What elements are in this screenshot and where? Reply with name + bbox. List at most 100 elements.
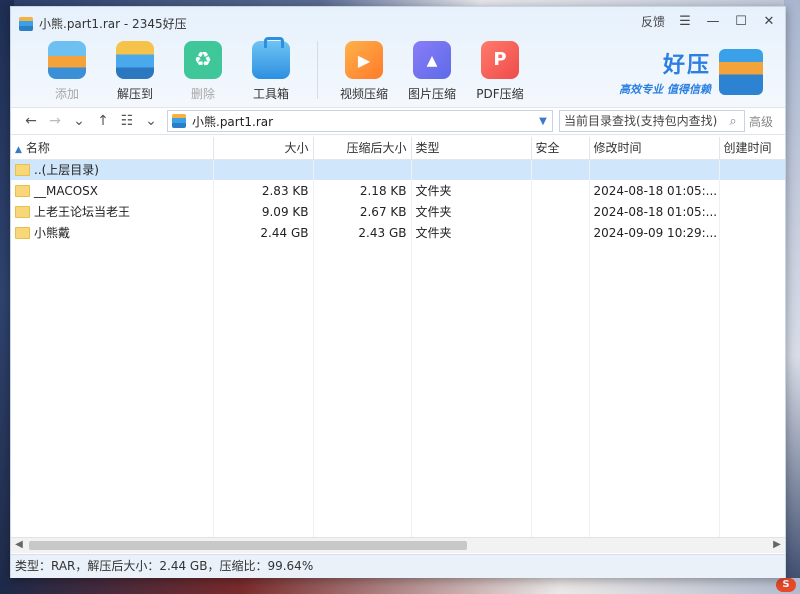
add-button[interactable]: 添加 <box>33 41 101 102</box>
desktop-background-right <box>784 0 800 594</box>
pdf-compress-button[interactable]: PDF压缩 <box>466 41 534 102</box>
folder-icon <box>15 226 30 239</box>
video-compress-label: 视频压缩 <box>339 87 388 101</box>
file-size: 9.09 KB <box>213 201 314 222</box>
file-modified: 2024-08-18 01:05:... <box>589 180 720 201</box>
folder-icon <box>15 163 30 176</box>
file-security <box>531 201 590 222</box>
brand-logo: 好压 高效专业 值得信赖 <box>619 47 763 97</box>
up-directory-icon[interactable]: ↑ <box>91 113 115 129</box>
extract-label: 解压到 <box>116 87 153 101</box>
folder-icon <box>15 205 30 218</box>
title-bar: 小熊.part1.rar - 2345好压 反馈 ☰ — ☐ ✕ 添加 解压到 … <box>11 7 785 107</box>
title-area: 小熊.part1.rar - 2345好压 <box>19 15 187 32</box>
file-name: __MACOSX <box>34 183 99 198</box>
archive-icon <box>172 114 186 128</box>
file-created <box>719 180 785 201</box>
column-header-packed-size[interactable]: 压缩后大小 <box>313 137 412 160</box>
view-mode-dropdown-icon[interactable]: ⌄ <box>139 113 163 129</box>
advanced-search-link[interactable]: 高级 <box>749 113 773 130</box>
desktop-background-bottom <box>0 578 800 594</box>
file-name: ..(上层目录) <box>34 163 99 178</box>
scrollbar-thumb[interactable] <box>29 541 467 550</box>
file-type <box>411 159 532 180</box>
file-created <box>719 201 785 222</box>
scroll-left-icon[interactable]: ◀ <box>11 539 27 550</box>
column-header-size[interactable]: 大小 <box>213 137 314 160</box>
column-header-name[interactable]: ▲ 名称 <box>11 137 214 160</box>
horizontal-scrollbar[interactable]: ◀ ▶ <box>11 537 785 553</box>
search-input[interactable] <box>560 114 722 128</box>
forward-icon[interactable]: → <box>43 113 67 129</box>
toolbox-button[interactable]: 工具箱 <box>237 37 305 102</box>
pdf-compress-label: PDF压缩 <box>476 87 524 101</box>
file-type: 文件夹 <box>411 201 532 222</box>
empty-area <box>11 243 785 537</box>
file-security <box>531 222 590 243</box>
search-box: ⌕ <box>559 110 745 132</box>
path-bar[interactable]: 小熊.part1.rar ▼ <box>167 110 553 132</box>
extract-button[interactable]: 解压到 <box>101 41 169 102</box>
taskbar-app-icon[interactable]: S <box>776 578 796 592</box>
path-dropdown-icon[interactable]: ▼ <box>534 116 552 127</box>
sort-ascending-icon: ▲ <box>15 145 22 156</box>
toolbox-label: 工具箱 <box>252 87 289 101</box>
file-packed-size: 2.67 KB <box>313 201 412 222</box>
extract-icon <box>116 41 154 79</box>
maximize-icon[interactable]: ☐ <box>733 14 749 29</box>
toolbar: 添加 解压到 删除 工具箱 视频压缩 图片压缩 <box>33 37 534 102</box>
video-icon <box>345 41 383 79</box>
minimize-icon[interactable]: — <box>705 14 721 29</box>
file-modified <box>589 159 720 180</box>
image-compress-label: 图片压缩 <box>407 87 456 101</box>
toolbox-icon <box>252 37 290 79</box>
column-header-modified[interactable]: 修改时间 <box>589 137 720 160</box>
menu-icon[interactable]: ☰ <box>677 14 693 29</box>
column-header-type[interactable]: 类型 <box>411 137 532 160</box>
file-size: 2.44 GB <box>213 222 314 243</box>
delete-label: 删除 <box>190 87 215 101</box>
window-title: 小熊.part1.rar - 2345好压 <box>39 17 187 31</box>
archive-logo-icon <box>719 49 763 95</box>
status-bar: 类型：RAR，解压后大小：2.44 GB，压缩比：99.64% <box>11 554 785 578</box>
file-list: ▲ 名称 大小 压缩后大小 类型 安全 修改时间 创建时间 ..(上层目录) _… <box>11 137 785 537</box>
view-mode-icon[interactable]: ☷ <box>115 113 139 129</box>
file-created <box>719 222 785 243</box>
file-packed-size: 2.43 GB <box>313 222 412 243</box>
file-security <box>531 159 590 180</box>
file-type: 文件夹 <box>411 180 532 201</box>
app-icon <box>19 16 33 31</box>
archive-window: 小熊.part1.rar - 2345好压 反馈 ☰ — ☐ ✕ 添加 解压到 … <box>10 6 786 578</box>
file-created <box>719 159 785 180</box>
file-modified: 2024-08-18 01:05:... <box>589 201 720 222</box>
file-size: 2.83 KB <box>213 180 314 201</box>
path-text: 小熊.part1.rar <box>192 114 274 129</box>
table-row[interactable]: ..(上层目录) <box>11 159 785 180</box>
file-type: 文件夹 <box>411 222 532 243</box>
file-name: 小熊戴 <box>34 226 71 240</box>
navigation-bar: ← → ⌄ ↑ ☷ ⌄ 小熊.part1.rar ▼ ⌕ 高级 <box>11 107 785 135</box>
feedback-button[interactable]: 反馈 <box>641 13 665 30</box>
file-modified: 2024-09-09 10:29:... <box>589 222 720 243</box>
table-row[interactable]: 小熊戴 2.44 GB 2.43 GB 文件夹 2024-09-09 10:29… <box>11 222 785 243</box>
table-row[interactable]: __MACOSX 2.83 KB 2.18 KB 文件夹 2024-08-18 … <box>11 180 785 201</box>
back-icon[interactable]: ← <box>19 113 43 129</box>
brand-text: 好压 高效专业 值得信赖 <box>619 47 711 97</box>
image-icon <box>413 41 451 79</box>
column-header-security[interactable]: 安全 <box>531 137 590 160</box>
scroll-right-icon[interactable]: ▶ <box>769 539 785 550</box>
image-compress-button[interactable]: 图片压缩 <box>398 41 466 102</box>
column-header-created[interactable]: 创建时间 <box>719 137 785 160</box>
file-size <box>213 159 314 180</box>
folder-icon <box>15 184 30 197</box>
history-dropdown-icon[interactable]: ⌄ <box>67 113 91 129</box>
file-table: ▲ 名称 大小 压缩后大小 类型 安全 修改时间 创建时间 ..(上层目录) _… <box>11 137 785 537</box>
table-row[interactable]: 上老王论坛当老王 9.09 KB 2.67 KB 文件夹 2024-08-18 … <box>11 201 785 222</box>
table-header-row: ▲ 名称 大小 压缩后大小 类型 安全 修改时间 创建时间 <box>11 137 785 160</box>
video-compress-button[interactable]: 视频压缩 <box>330 41 398 102</box>
close-icon[interactable]: ✕ <box>761 14 777 29</box>
file-name: 上老王论坛当老王 <box>34 205 131 219</box>
add-label: 添加 <box>54 87 79 101</box>
delete-button[interactable]: 删除 <box>169 41 237 102</box>
search-icon[interactable]: ⌕ <box>722 114 744 129</box>
